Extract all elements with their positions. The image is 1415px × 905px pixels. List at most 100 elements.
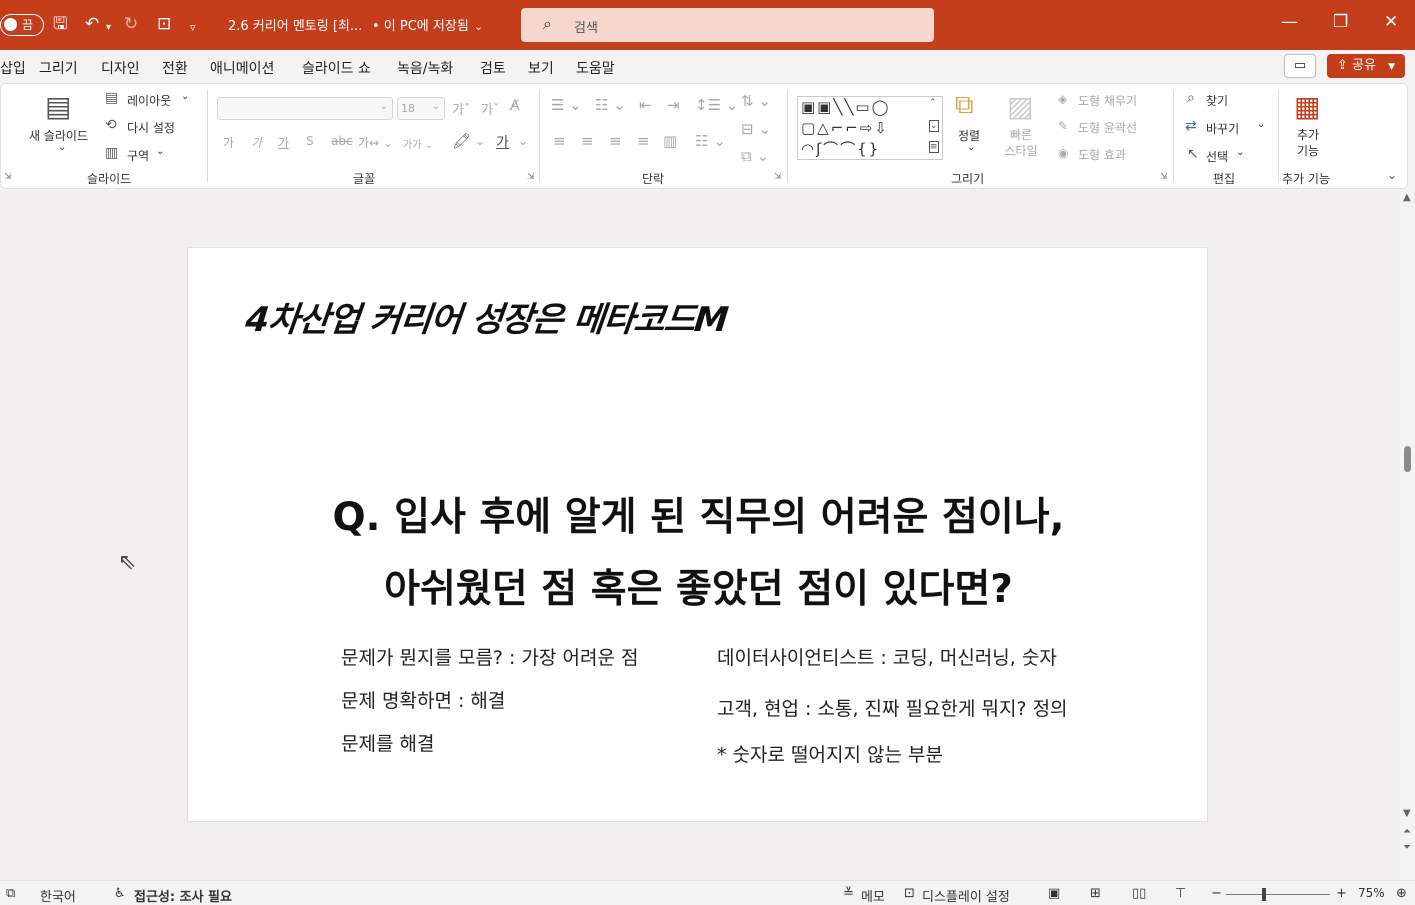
right-text-2[interactable]: 고객, 현업 : 소통, 진짜 필요한게 뭐지? 정의 [717, 694, 1068, 721]
tab-review[interactable]: 검토 [480, 58, 506, 78]
language-label[interactable]: 한국어 [40, 886, 76, 905]
question-line-2[interactable]: 아쉬웠던 점 혹은 좋았던 점이 있다면? [188, 558, 1209, 614]
spelling-icon[interactable]: ⧉ [6, 886, 15, 901]
shape-outline-button[interactable]: 도형 윤곽선 [1078, 119, 1137, 136]
scroll-thumb[interactable] [1404, 446, 1411, 472]
document-title[interactable]: 2.6 커리어 멘토링 [최... [228, 15, 362, 34]
chevron-down-icon[interactable]: ⌄ [181, 91, 189, 102]
distribute-icon[interactable]: ▥ [663, 132, 677, 150]
undo-dropdown-icon[interactable]: ▾ [106, 18, 111, 38]
normal-view-icon[interactable]: ▣ [1048, 886, 1060, 901]
dialog-launcher-icon[interactable]: ⇲ [4, 172, 12, 182]
underline-icon[interactable]: 가 [278, 134, 289, 151]
reading-view-icon[interactable]: ▯▯ [1132, 886, 1146, 901]
right-text-3[interactable]: * 숫자로 떨어지지 않는 부분 [717, 740, 943, 767]
scroll-up-icon[interactable]: ▲ [1403, 192, 1411, 203]
chevron-down-icon[interactable]: ⌄ [474, 17, 483, 37]
justify-icon[interactable]: ≡ [637, 132, 650, 150]
section-button[interactable]: 구역 [127, 147, 149, 164]
zoom-level[interactable]: 75% [1358, 886, 1385, 900]
tab-slideshow[interactable]: 슬라이드 쇼 [302, 58, 371, 78]
shape-fill-button[interactable]: 도형 채우기 [1078, 92, 1137, 109]
align-center-icon[interactable]: ≡ [581, 132, 594, 150]
align-left-icon[interactable]: ≡ [553, 132, 566, 150]
char-spacing-icon[interactable]: 가↔ ⌄ [358, 134, 393, 151]
collapse-ribbon-icon[interactable]: ⌄ [1387, 168, 1397, 182]
zoom-slider-thumb[interactable] [1262, 888, 1266, 901]
clear-format-icon[interactable]: A̸ [510, 98, 520, 114]
numbering-icon[interactable]: ☷ ⌄ [595, 96, 626, 114]
dialog-launcher-icon[interactable]: ⇲ [527, 172, 535, 182]
left-text-3[interactable]: 문제를 해결 [341, 729, 434, 756]
save-status[interactable]: • 이 PC에 저장됨 [372, 15, 469, 34]
tab-record[interactable]: 녹음/녹화 [397, 58, 453, 78]
select-button[interactable]: 선택 [1206, 148, 1228, 165]
layout-button[interactable]: 레이아웃 [127, 92, 171, 109]
dialog-launcher-icon[interactable]: ⇲ [774, 172, 782, 182]
reset-button[interactable]: 다시 설정 [127, 119, 175, 136]
zoom-slider[interactable] [1226, 894, 1330, 895]
addins-button[interactable]: 추가 기능 [1297, 127, 1319, 159]
smartart-icon[interactable]: ⧉ ⌄ [741, 147, 769, 165]
search-input[interactable]: ⌕ 검색 [521, 8, 934, 42]
slide-title[interactable]: 4차산업 커리어 성장은 메타코드M [243, 292, 730, 341]
find-button[interactable]: 찾기 [1206, 92, 1228, 109]
italic-icon[interactable]: 가 [251, 134, 262, 151]
decrease-indent-icon[interactable]: ⇤ [639, 96, 652, 114]
accessibility-status[interactable]: 접근성: 조사 필요 [134, 886, 232, 905]
zoom-out-icon[interactable]: − [1211, 886, 1222, 901]
shapes-row-2[interactable]: ▢△⌐⌐⇨⇩ [801, 119, 889, 137]
align-text-icon[interactable]: ⊟ ⌄ [741, 120, 771, 138]
previous-slide-icon[interactable]: ⏶ [1403, 826, 1411, 837]
font-color-icon[interactable]: 가 [496, 132, 509, 152]
quick-styles-button[interactable]: 빠른 스타일 [999, 127, 1043, 159]
dialog-launcher-icon[interactable]: ⇲ [1160, 172, 1168, 182]
shapes-row-3[interactable]: ◠ʃ⌒⌒{} [801, 140, 880, 158]
new-slide-icon[interactable]: ▤ [45, 90, 71, 123]
text-direction-icon[interactable]: ⇅ ⌄ [741, 92, 771, 110]
tab-design[interactable]: 디자인 [101, 58, 140, 78]
font-size-dropdown[interactable]: 18 ⌄ [397, 97, 445, 120]
tab-view[interactable]: 보기 [528, 58, 554, 78]
addins-icon[interactable]: ▦ [1294, 90, 1320, 123]
chevron-down-icon[interactable]: ⌄ [1236, 147, 1244, 158]
chevron-down-icon[interactable]: ⌄ [58, 142, 66, 153]
tab-help[interactable]: 도움말 [576, 58, 615, 78]
line-spacing-icon[interactable]: ↕☰ ⌄ [695, 96, 738, 114]
notes-button[interactable]: 메모 [861, 886, 885, 905]
left-text-2[interactable]: 문제 명확하면 : 해결 [341, 686, 505, 713]
undo-icon[interactable]: ↶ [85, 14, 99, 34]
save-icon[interactable]: 🖫 [53, 14, 67, 34]
bold-icon[interactable]: 가 [223, 134, 234, 151]
slideshow-view-icon[interactable]: ⊤ [1175, 886, 1186, 901]
align-right-icon[interactable]: ≡ [609, 132, 622, 150]
close-icon[interactable]: ✕ [1384, 12, 1398, 32]
restore-icon[interactable]: ❐ [1333, 12, 1348, 32]
shapes-scroll-up-icon[interactable]: ⌃ [929, 98, 937, 108]
right-text-1[interactable]: 데이터사이언티스트 : 코딩, 머신러닝, 숫자 [717, 643, 1057, 670]
left-text-1[interactable]: 문제가 뭔지를 모름? : 가장 어려운 점 [341, 643, 638, 670]
shapes-scroll-down-icon[interactable]: ⌄ [929, 120, 939, 132]
fit-to-window-icon[interactable]: ⊕ [1396, 886, 1407, 901]
increase-font-icon[interactable]: 가ˆ [452, 99, 470, 118]
share-button[interactable]: ⇪ 공유 ▼ [1327, 54, 1405, 78]
next-slide-icon[interactable]: ⏷ [1403, 842, 1411, 853]
strikethrough-icon[interactable]: abc [331, 134, 353, 148]
tab-transitions[interactable]: 전환 [162, 58, 188, 78]
chevron-down-icon[interactable]: ⌄ [518, 134, 528, 148]
present-icon[interactable]: ⊡ [157, 14, 171, 34]
decrease-font-icon[interactable]: 가ˇ [481, 99, 499, 118]
display-settings-button[interactable]: 디스플레이 설정 [922, 886, 1010, 905]
comments-button[interactable]: ▭ [1284, 54, 1316, 78]
tab-insert[interactable]: 삽입 [0, 58, 26, 78]
shapes-gallery[interactable]: ▣▣╲╲▭◯ ▢△⌐⌐⇨⇩ ◠ʃ⌒⌒{} [797, 96, 943, 160]
customize-qat-icon[interactable]: ▿ [190, 18, 196, 38]
columns-icon[interactable]: ☷ ⌄ [695, 132, 726, 150]
vertical-scrollbar[interactable]: ▲ ▼ ⏶ ⏷ [1400, 190, 1415, 880]
change-case-icon[interactable]: 가가 ⌄ [403, 136, 433, 151]
quick-styles-icon[interactable]: ▨ [1007, 90, 1033, 123]
chevron-down-icon[interactable]: ⌄ [1257, 119, 1265, 130]
tab-animations[interactable]: 애니메이션 [210, 58, 274, 78]
shapes-more-icon[interactable]: ≡ [929, 141, 939, 153]
increase-indent-icon[interactable]: ⇥ [667, 96, 680, 114]
